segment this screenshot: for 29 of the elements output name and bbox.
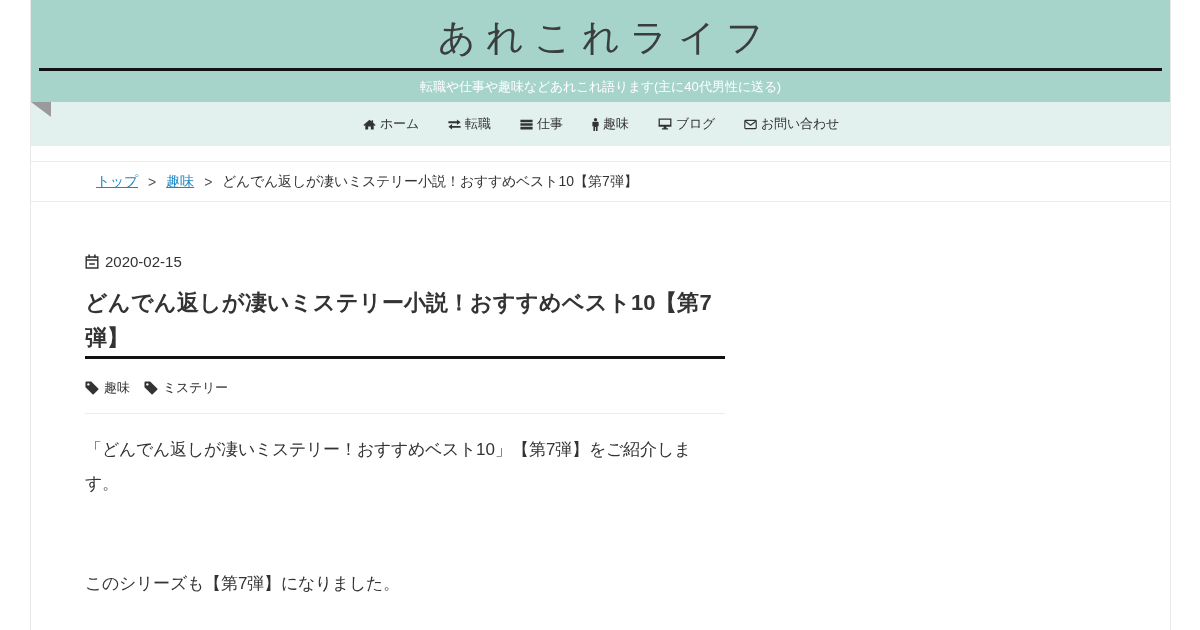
tag-icon [144,381,158,395]
monitor-icon [657,118,672,130]
person-icon [591,117,599,131]
swap-arrows-icon [447,118,461,130]
site-tagline: 転職や仕事や趣味などあれこれ語ります(主に40代男性に送る) [418,78,783,96]
tag-icon [85,381,99,395]
body-paragraph: 「どんでん返しが凄いミステリー！おすすめベスト10」【第7弾】をご紹介します。 [85,439,693,495]
nav-link[interactable]: 転職 [447,115,491,133]
breadcrumb-current-page: どんでん返しが凄いミステリー小説！おすすめベスト10【第7弾】 [222,172,638,191]
nav-link[interactable]: ブログ [657,115,715,133]
post-title: どんでん返しが凄いミステリー小説！おすすめベスト10【第7弾】 [85,285,725,359]
body-paragraph: このシリーズも【第7弾】になりました。 [85,573,402,595]
stacked-bars-icon [519,118,533,130]
site-title[interactable]: あれこれライフ [427,14,774,62]
breadcrumb-separator: > [148,173,157,190]
breadcrumb-link[interactable]: 趣味 [166,172,195,191]
calendar-icon [85,253,99,269]
tag-link[interactable]: 趣味 [85,379,130,397]
nav-link[interactable]: お問い合わせ [743,115,839,133]
nav-link[interactable]: 趣味 [591,115,629,133]
mail-icon [743,118,757,130]
tag-link[interactable]: ミステリー [144,379,228,397]
breadcrumb-separator: > [204,173,213,190]
post-date: 2020-02-15 [105,252,182,270]
breadcrumb-link[interactable]: トップ [96,172,138,191]
nav-link[interactable]: ホーム [362,115,419,133]
corner-fold-icon [31,102,51,117]
home-icon [362,118,376,130]
nav-link[interactable]: 仕事 [519,115,563,133]
